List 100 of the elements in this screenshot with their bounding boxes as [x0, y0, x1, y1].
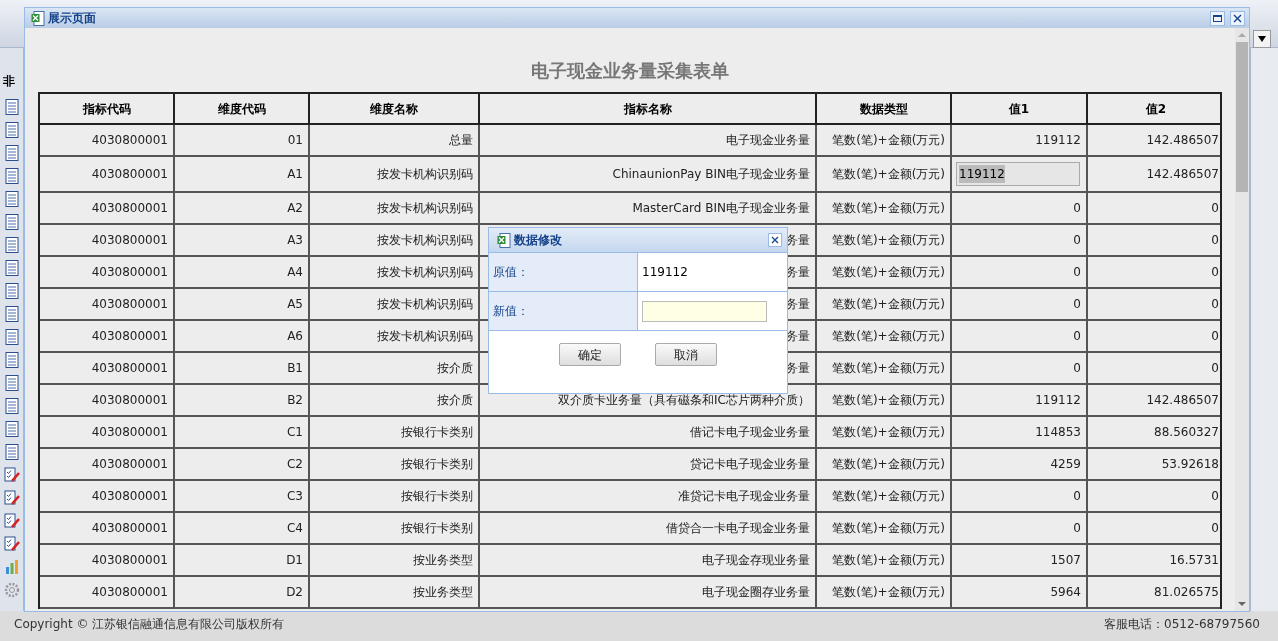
checklist-pen-icon[interactable] — [3, 467, 20, 483]
document-icon[interactable] — [4, 99, 19, 115]
close-button[interactable] — [1230, 10, 1245, 26]
table-cell-text: 4030800001 — [91, 392, 168, 409]
table-cell-text: 119112 — [1035, 132, 1081, 149]
table-cell-text: 4030800001 — [91, 328, 168, 345]
document-icon[interactable] — [4, 398, 19, 414]
table-cell-text: 双介质卡业务量（具有磁条和IC芯片两种介质） — [558, 392, 810, 409]
table-cell-text: 4030800001 — [91, 488, 168, 505]
column-header: 指标名称 — [480, 94, 817, 123]
dropdown-button[interactable] — [1253, 30, 1271, 48]
document-icon[interactable] — [4, 168, 19, 184]
table-cell-text: 5964 — [1050, 584, 1081, 601]
table-cell-text: C1 — [287, 424, 303, 441]
column-header: 数据类型 — [817, 94, 952, 123]
column-header: 值2 — [1144, 100, 1168, 118]
table-cell-text: ChinaunionPay BIN电子现金业务量 — [612, 166, 810, 183]
table-cell-text: 4030800001 — [91, 584, 168, 601]
table-cell-text: B1 — [287, 360, 303, 377]
table-cell-input[interactable]: 119112 — [956, 162, 1080, 186]
table-cell-text: 按发卡机构识别码 — [377, 232, 473, 249]
table-cell-text: 务量 — [786, 264, 810, 281]
scroll-thumb[interactable] — [1236, 42, 1248, 192]
table-cell-text: 4030800001 — [91, 166, 168, 183]
table-cell-text: A2 — [287, 200, 303, 217]
table-cell-text: 0 — [1211, 200, 1219, 217]
form-heading: 电子现金业务量采集表单 — [530, 59, 730, 83]
document-icon[interactable] — [4, 444, 19, 460]
table-cell-text: 4030800001 — [91, 232, 168, 249]
document-icon[interactable] — [4, 145, 19, 161]
document-icon[interactable] — [4, 352, 19, 368]
field-label: 新值： — [493, 303, 529, 320]
table-cell-text: 笔数(笔)+金额(万元) — [832, 584, 945, 601]
copyright-text: Copyright © 江苏银信融通信息有限公司版权所有 — [14, 616, 285, 633]
table-cell-text: 笔数(笔)+金额(万元) — [832, 392, 945, 409]
table-cell-text: 笔数(笔)+金额(万元) — [832, 328, 945, 345]
table-cell-text: D2 — [286, 584, 303, 601]
document-icon[interactable] — [4, 306, 19, 322]
table-cell-text: 0 — [1073, 296, 1081, 313]
dialog-button[interactable]: 取消 — [655, 343, 717, 366]
table-cell-text: 笔数(笔)+金额(万元) — [832, 488, 945, 505]
document-icon[interactable] — [4, 421, 19, 437]
sidebar-heading: 非 — [2, 73, 15, 90]
document-icon[interactable] — [4, 122, 19, 138]
document-icon[interactable] — [4, 283, 19, 299]
table-cell-text: 0 — [1073, 520, 1081, 537]
checklist-pen-icon[interactable] — [3, 536, 20, 552]
document-icon[interactable] — [4, 375, 19, 391]
table-cell-text: 4030800001 — [91, 552, 168, 569]
document-icon[interactable] — [4, 191, 19, 207]
checklist-pen-icon[interactable] — [3, 490, 20, 506]
window-title: 展示页面 — [48, 10, 96, 27]
table-cell-text: 0 — [1211, 360, 1219, 377]
close-button[interactable] — [768, 233, 782, 247]
table-cell-text: 借记卡电子现金业务量 — [690, 424, 810, 441]
table-cell-text: 笔数(笔)+金额(万元) — [832, 166, 945, 183]
table-cell-text: 0 — [1073, 488, 1081, 505]
dialog-button[interactable]: 确定 — [559, 343, 621, 366]
spreadsheet-icon — [31, 10, 45, 26]
checklist-pen-icon[interactable] — [3, 513, 20, 529]
close-icon — [1233, 13, 1242, 23]
caret-icon — [1258, 36, 1266, 42]
table-cell-text: 53.92618 — [1161, 456, 1219, 473]
table-cell-text: 按银行卡类别 — [401, 456, 473, 473]
table-cell-text: 总量 — [449, 132, 473, 149]
table-cell-text: 准贷记卡电子现金业务量 — [678, 488, 810, 505]
table-cell-text: 0 — [1073, 200, 1081, 217]
document-icon[interactable] — [4, 260, 19, 276]
table-cell-text: A6 — [287, 328, 303, 345]
table-cell-text: 0 — [1211, 296, 1219, 313]
table-cell-text: 笔数(笔)+金额(万元) — [832, 232, 945, 249]
table-cell-text: MasterCard BIN电子现金业务量 — [632, 200, 810, 217]
spreadsheet-icon — [497, 232, 511, 248]
table-cell-text: 142.486507 — [1146, 166, 1219, 183]
table-cell-text: 按发卡机构识别码 — [377, 166, 473, 183]
table-cell-text: C2 — [287, 456, 303, 473]
bar-chart-icon[interactable] — [3, 559, 20, 575]
table-cell-text: 借贷合一卡电子现金业务量 — [666, 520, 810, 537]
column-header: 维度代码 — [175, 94, 310, 123]
table-cell-text: 笔数(笔)+金额(万元) — [832, 424, 945, 441]
table-cell-text: 01 — [287, 132, 303, 149]
table-cell-text: 电子现金圈存业务量 — [702, 584, 810, 601]
table-cell-text: 按发卡机构识别码 — [377, 296, 473, 313]
input-field[interactable] — [642, 300, 767, 322]
field-value: 119112 — [642, 264, 688, 281]
document-icon[interactable] — [4, 237, 19, 253]
table-cell-text: 0 — [1073, 232, 1081, 249]
table-cell-text: 4030800001 — [91, 132, 168, 149]
table-cell-text: B2 — [287, 392, 303, 409]
table-cell-text: 按发卡机构识别码 — [377, 328, 473, 345]
maximize-button[interactable] — [1210, 10, 1225, 26]
table-cell-text: C4 — [287, 520, 303, 537]
document-icon[interactable] — [4, 329, 19, 345]
table-cell-text: 笔数(笔)+金额(万元) — [832, 264, 945, 281]
table-cell-text: 笔数(笔)+金额(万元) — [832, 520, 945, 537]
document-icon[interactable] — [4, 214, 19, 230]
table-cell-text: 4030800001 — [91, 360, 168, 377]
table-cell-text: 0 — [1073, 264, 1081, 281]
table-cell-text: 0 — [1073, 328, 1081, 345]
table-cell-text: 笔数(笔)+金额(万元) — [832, 360, 945, 377]
